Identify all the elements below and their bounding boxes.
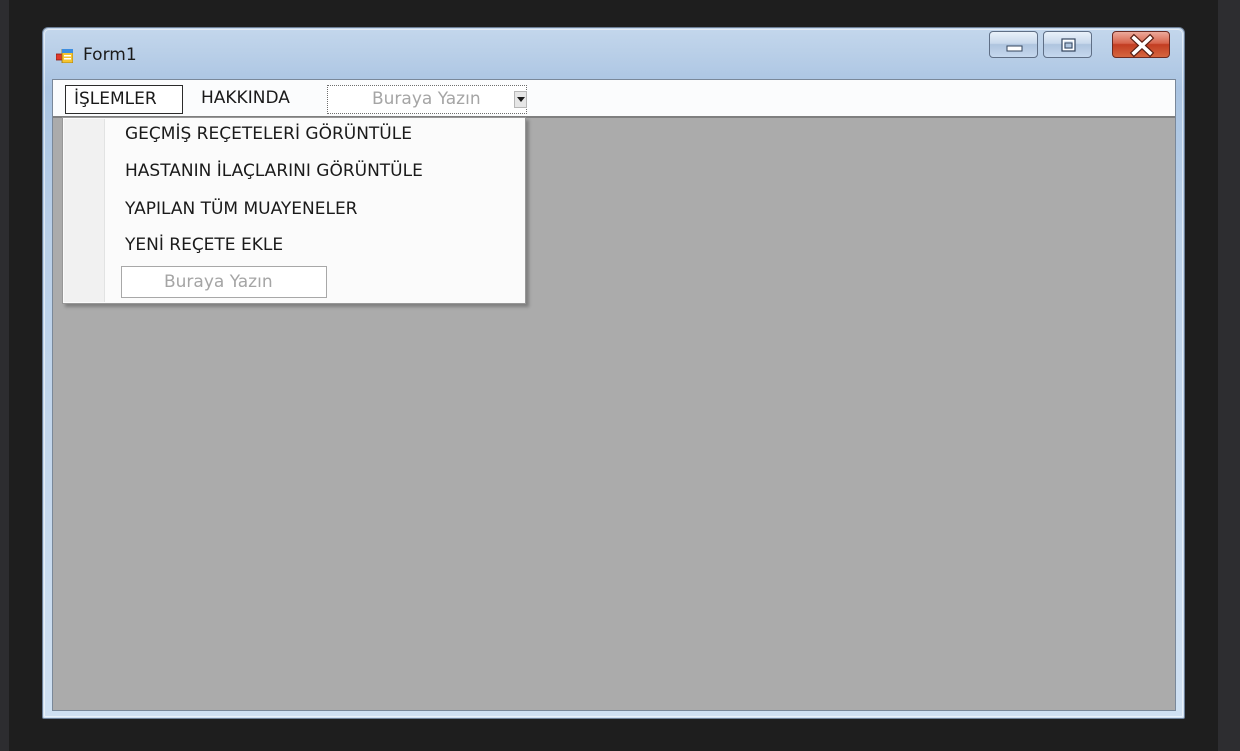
islemler-dropdown-menu: GEÇMİŞ REÇETELERİ GÖRÜNTÜLE HASTANIN İLA… (62, 117, 526, 304)
menu-item-hakkinda[interactable]: HAKKINDA (192, 85, 317, 114)
designer-right-edge (1218, 0, 1240, 751)
dropdown-image-margin (64, 119, 105, 302)
dropdown-arrow-button[interactable] (514, 91, 527, 108)
dropdown-type-here-box[interactable]: Buraya Yazın (121, 266, 327, 298)
caption-buttons (987, 31, 1171, 60)
dropdown-item-gecmis-receteler[interactable]: GEÇMİŞ REÇETELERİ GÖRÜNTÜLE (125, 118, 412, 150)
menu-strip: İŞLEMLER HAKKINDA Buraya Yazın (53, 80, 1175, 118)
dropdown-item-tum-muayeneler[interactable]: YAPILAN TÜM MUAYENELER (125, 193, 358, 225)
dropdown-item-hasta-ilaclari[interactable]: HASTANIN İLAÇLARINI GÖRÜNTÜLE (125, 155, 423, 187)
designer-surface: Form1 İŞLEMLER HAKKINDA Buraya Yazın GEÇ… (0, 0, 1240, 751)
menu-type-here-box[interactable]: Buraya Yazın (327, 85, 527, 114)
title-bar[interactable]: Form1 (43, 28, 1184, 78)
window-title: Form1 (83, 45, 137, 65)
form-icon (55, 48, 74, 64)
menu-type-here-text: Buraya Yazın (372, 89, 481, 109)
designer-left-edge (0, 0, 9, 751)
maximize-button[interactable] (1043, 31, 1092, 58)
menu-item-islemler[interactable]: İŞLEMLER (65, 85, 183, 114)
close-button[interactable] (1112, 31, 1170, 58)
dropdown-item-yeni-recete[interactable]: YENİ REÇETE EKLE (125, 229, 283, 261)
minimize-button[interactable] (989, 31, 1038, 58)
